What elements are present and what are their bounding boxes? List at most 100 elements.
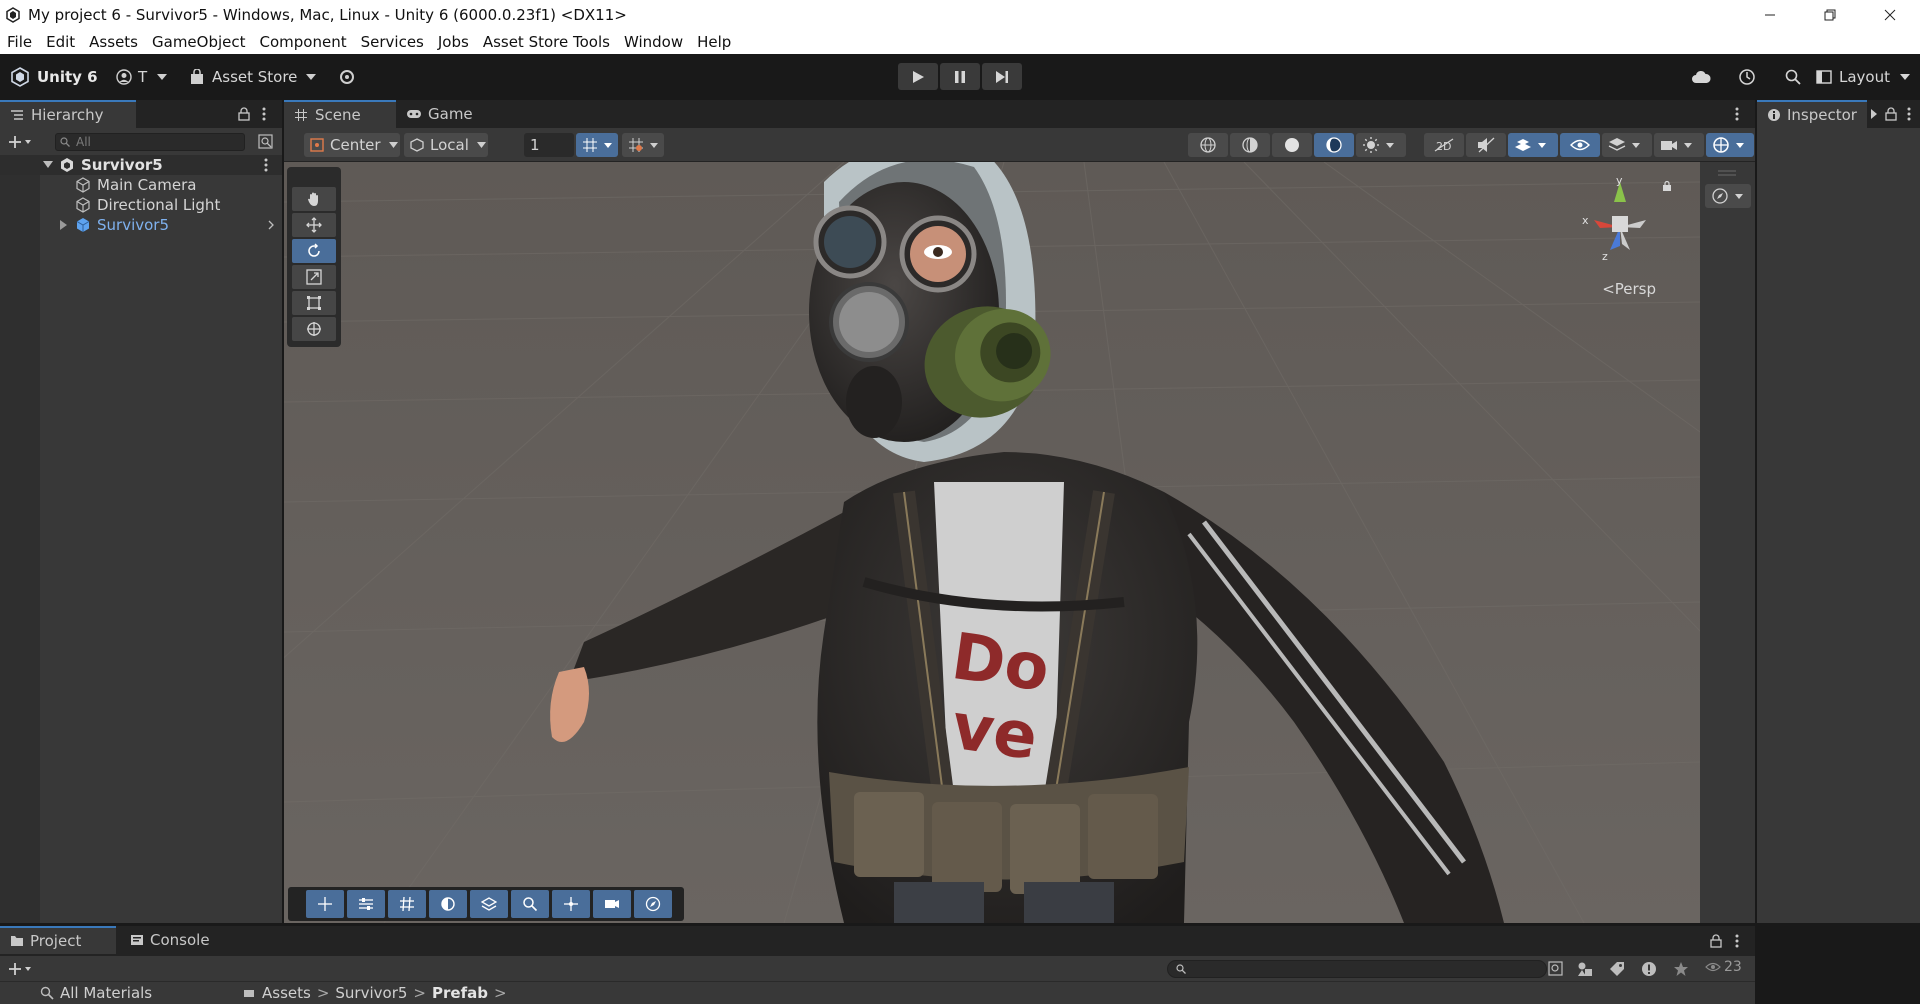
- camera-settings-dropdown[interactable]: [1654, 133, 1704, 157]
- menu-gameobject[interactable]: GameObject: [145, 33, 253, 51]
- layout-dropdown[interactable]: Layout: [1816, 68, 1920, 86]
- toggle-2d-button[interactable]: 2D: [1424, 133, 1464, 157]
- breadcrumb-prefab[interactable]: Prefab: [432, 984, 488, 1002]
- draw-mode-shaded-button[interactable]: [1272, 133, 1312, 157]
- overlay-layers-button[interactable]: [470, 890, 508, 918]
- grid-snapping-toggle[interactable]: [576, 133, 618, 157]
- lock-icon[interactable]: [1710, 934, 1722, 948]
- rect-tool-button[interactable]: [292, 291, 336, 315]
- close-icon[interactable]: [1860, 0, 1920, 29]
- more-options-icon[interactable]: [264, 158, 268, 172]
- hand-tool-button[interactable]: [292, 187, 336, 211]
- expand-arrow-icon[interactable]: [43, 161, 53, 169]
- unity-cloud-button[interactable]: Unity 6: [10, 64, 98, 90]
- overlay-snap-settings-button[interactable]: [347, 890, 385, 918]
- gizmos-dropdown[interactable]: [1706, 133, 1754, 157]
- play-button[interactable]: [898, 63, 938, 90]
- draw-mode-shaded-wireframe-button[interactable]: [1230, 133, 1270, 157]
- add-icon[interactable]: [8, 962, 32, 976]
- menu-window[interactable]: Window: [617, 33, 690, 51]
- scene-row[interactable]: Survivor5: [0, 155, 282, 175]
- asset-store-dropdown[interactable]: Asset Store: [190, 64, 317, 90]
- pivot-mode-dropdown[interactable]: Center: [304, 133, 400, 157]
- expand-arrow-icon[interactable]: [60, 220, 68, 230]
- draw-mode-lit-button[interactable]: [1314, 133, 1354, 157]
- warning-filter-icon[interactable]: [1641, 961, 1657, 977]
- more-options-icon[interactable]: [1735, 107, 1739, 121]
- draw-mode-wireframe-button[interactable]: [1188, 133, 1228, 157]
- rotate-tool-button[interactable]: [292, 239, 336, 263]
- hierarchy-item-directional-light[interactable]: Directional Light: [0, 195, 282, 215]
- undo-history-button[interactable]: [1724, 54, 1770, 99]
- add-icon[interactable]: [8, 135, 32, 149]
- pivot-rotation-dropdown[interactable]: Local: [404, 133, 488, 157]
- menu-component[interactable]: Component: [253, 33, 354, 51]
- effects-dropdown[interactable]: [1508, 133, 1558, 157]
- lock-icon[interactable]: [238, 107, 250, 121]
- tab-project[interactable]: Project: [0, 926, 116, 954]
- move-tool-button[interactable]: [292, 213, 336, 237]
- star-icon[interactable]: [1673, 961, 1689, 977]
- projection-label[interactable]: <Persp: [1602, 280, 1656, 298]
- menu-services[interactable]: Services: [354, 33, 431, 51]
- more-options-icon[interactable]: [1735, 934, 1739, 948]
- chevron-right-icon[interactable]: [1871, 109, 1877, 119]
- menu-jobs[interactable]: Jobs: [431, 33, 476, 51]
- overlay-move-button[interactable]: [306, 890, 344, 918]
- scene-visibility-button[interactable]: [1560, 133, 1600, 157]
- orientation-overlay-dropdown[interactable]: [1705, 184, 1751, 208]
- tab-hierarchy[interactable]: Hierarchy: [0, 100, 136, 128]
- more-options-icon[interactable]: [262, 107, 266, 121]
- scale-tool-button[interactable]: [292, 265, 336, 289]
- more-options-icon[interactable]: [1907, 107, 1911, 121]
- menu-help[interactable]: Help: [690, 33, 738, 51]
- overlay-search-button[interactable]: [511, 890, 549, 918]
- transform-tool-button[interactable]: [292, 317, 336, 341]
- overlay-grid-button[interactable]: [388, 890, 426, 918]
- hidden-packages-toggle[interactable]: 23: [1705, 959, 1742, 975]
- overlay-orientation-button[interactable]: [634, 890, 672, 918]
- filter-type-icon[interactable]: [1577, 961, 1593, 977]
- overlay-shading-button[interactable]: [429, 890, 467, 918]
- scene-search-icon[interactable]: [258, 134, 274, 150]
- hierarchy-item-main-camera[interactable]: Main Camera: [0, 175, 282, 195]
- tab-console[interactable]: Console: [120, 926, 230, 954]
- scene-viewport[interactable]: Do ve y x z <Persp: [284, 162, 1700, 923]
- tab-game[interactable]: Game: [396, 100, 486, 128]
- project-search-input[interactable]: [1167, 960, 1547, 978]
- tab-scene[interactable]: Scene: [284, 100, 396, 128]
- increment-snap-dropdown[interactable]: [622, 133, 664, 157]
- menu-assets[interactable]: Assets: [82, 33, 145, 51]
- package-settings-button[interactable]: [338, 64, 356, 90]
- hierarchy-search-input[interactable]: All: [55, 133, 245, 151]
- favorites-all-materials[interactable]: All Materials: [40, 982, 152, 1004]
- tab-inspector[interactable]: Inspector: [1757, 100, 1867, 128]
- step-button[interactable]: [982, 63, 1022, 90]
- menu-edit[interactable]: Edit: [39, 33, 82, 51]
- breadcrumb-assets[interactable]: Assets: [262, 984, 311, 1002]
- breadcrumb-survivor5[interactable]: Survivor5: [335, 984, 407, 1002]
- orientation-gizmo[interactable]: y x z: [1570, 172, 1670, 282]
- audio-toggle-button[interactable]: [1466, 133, 1506, 157]
- drag-handle-icon[interactable]: [1718, 170, 1736, 176]
- minimize-icon[interactable]: [1740, 0, 1800, 29]
- search-button[interactable]: [1770, 54, 1816, 99]
- restore-icon[interactable]: [1800, 0, 1860, 29]
- menu-asset-store-tools[interactable]: Asset Store Tools: [476, 33, 617, 51]
- pause-button[interactable]: [940, 63, 980, 90]
- gizmo-lock-icon[interactable]: [1662, 180, 1672, 192]
- grid-size-input[interactable]: 1: [524, 133, 574, 157]
- label-tag-icon[interactable]: [1609, 961, 1625, 977]
- hierarchy-item-survivor5[interactable]: Survivor5: [0, 215, 282, 235]
- layers-dropdown[interactable]: [1602, 133, 1652, 157]
- overlay-camera-button[interactable]: [593, 890, 631, 918]
- overlay-pivot-button[interactable]: [552, 890, 590, 918]
- lighting-toggle[interactable]: [1356, 133, 1406, 157]
- search-by-type-icon[interactable]: [1548, 961, 1564, 977]
- chevron-right-icon[interactable]: [268, 220, 274, 230]
- cloud-button[interactable]: [1678, 54, 1724, 99]
- account-dropdown[interactable]: T: [116, 64, 168, 90]
- menu-file[interactable]: File: [0, 33, 39, 51]
- gamepad-icon: [407, 110, 421, 118]
- lock-icon[interactable]: [1885, 107, 1897, 121]
